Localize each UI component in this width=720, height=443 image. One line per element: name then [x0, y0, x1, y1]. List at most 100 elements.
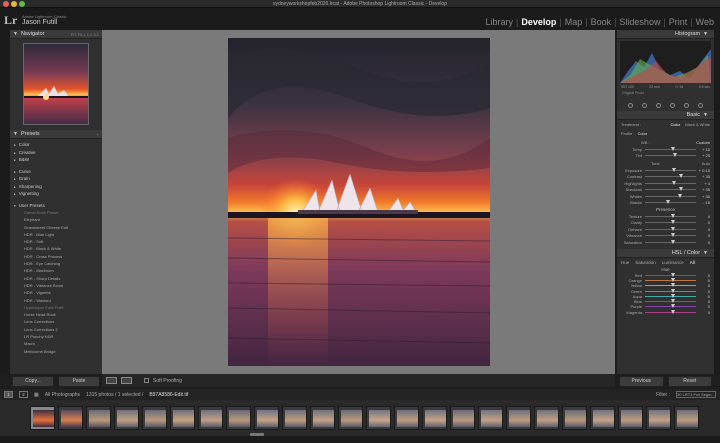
navigator-header[interactable]: ▼ Navigator FIT FILL 1:1 3:1	[10, 30, 102, 39]
preset-group-creative[interactable]: ▸ Creative	[14, 149, 102, 157]
module-map[interactable]: Map	[563, 17, 585, 27]
preset-item[interactable]: LR Punchy HDR	[14, 333, 102, 340]
filmstrip-thumbnail[interactable]	[226, 406, 251, 430]
previous-button[interactable]: Previous	[619, 376, 664, 387]
filmstrip-thumbnail[interactable]	[30, 406, 55, 430]
basic-header[interactable]: Basic ▼	[617, 111, 714, 120]
reset-button[interactable]: Reset	[667, 376, 712, 387]
wb-select[interactable]: Custom	[696, 140, 710, 145]
tab-hue[interactable]: Hue	[621, 260, 629, 265]
filmstrip-thumbnail[interactable]	[170, 406, 195, 430]
preset-group-color[interactable]: ▸ Color	[14, 141, 102, 149]
presets-header[interactable]: ▼ Presets +	[10, 130, 102, 139]
original-photo-label[interactable]: Original Photo	[617, 89, 714, 97]
preset-item[interactable]: Horse Head Rock	[14, 311, 102, 318]
preset-item[interactable]: Lens Corrections 2	[14, 326, 102, 333]
preset-item[interactable]: HDR - Maximum	[14, 267, 102, 274]
soft-proofing-checkbox[interactable]	[144, 378, 149, 383]
tab-saturation[interactable]: Saturation	[635, 260, 656, 265]
histogram-header[interactable]: Histogram ▼	[617, 30, 714, 39]
filmstrip-thumbnail[interactable]	[254, 406, 279, 430]
module-library[interactable]: Library	[483, 17, 515, 27]
spot-removal-icon[interactable]	[641, 102, 647, 108]
main-photo[interactable]	[228, 38, 490, 366]
module-book[interactable]: Book	[589, 17, 614, 27]
filmstrip-thumbnail[interactable]	[674, 406, 699, 430]
before-after-icon[interactable]	[121, 377, 132, 384]
preset-item[interactable]: HDR - Vibrance Boost	[14, 282, 102, 289]
histogram-graph[interactable]	[620, 41, 711, 83]
radial-filter-icon[interactable]	[684, 102, 690, 108]
filmstrip-thumbnail[interactable]	[114, 406, 139, 430]
filmstrip-thumbnail[interactable]	[646, 406, 671, 430]
tab-all[interactable]: All	[690, 260, 695, 265]
tab-luminance[interactable]: Luminance	[662, 260, 684, 265]
filmstrip-toggle[interactable]	[0, 436, 720, 443]
copy-settings-button[interactable]: Copy...	[12, 376, 54, 387]
preset-item[interactable]: Elephant	[14, 216, 102, 223]
grid-view-icon[interactable]: ▦	[34, 392, 39, 398]
filmstrip-thumbnail[interactable]	[562, 406, 587, 430]
preset-item[interactable]: HDR - Vignette	[14, 289, 102, 296]
filmstrip-thumbnail[interactable]	[198, 406, 223, 430]
module-print[interactable]: Print	[667, 17, 690, 27]
filmstrip-thumbnail[interactable]	[450, 406, 475, 430]
module-develop[interactable]: Develop	[519, 17, 558, 27]
filmstrip-thumbnail[interactable]	[534, 406, 559, 430]
filmstrip-thumbnail[interactable]	[506, 406, 531, 430]
image-canvas[interactable]	[102, 30, 615, 374]
right-panel-toggle[interactable]	[714, 30, 720, 374]
filmstrip-thumbnail[interactable]	[366, 406, 391, 430]
preset-item[interactable]: Hyperlapse Falls Futill	[14, 304, 102, 311]
preset-group-user[interactable]: ▾ User Presets	[14, 202, 102, 210]
loupe-view-icon[interactable]	[106, 377, 117, 384]
preset-item[interactable]: Melbourne Bridge	[14, 348, 102, 355]
crop-tool-icon[interactable]	[627, 102, 633, 108]
filmstrip-thumbnail[interactable]	[86, 406, 111, 430]
treatment-color[interactable]: Color	[671, 122, 681, 127]
source-label[interactable]: All Photographs	[45, 392, 80, 398]
module-web[interactable]: Web	[694, 17, 716, 27]
filmstrip-thumbnail[interactable]	[478, 406, 503, 430]
preset-item[interactable]: HDR - Soft	[14, 238, 102, 245]
tone-auto-button[interactable]: Auto	[702, 161, 710, 166]
preset-group-vignetting[interactable]: ▸ Vignetting	[14, 190, 102, 198]
filmstrip-thumbnail[interactable]	[338, 406, 363, 430]
filmstrip-thumbnail[interactable]	[590, 406, 615, 430]
hsl-header[interactable]: HSL / Color ▼	[617, 248, 714, 258]
filmstrip-thumbnail[interactable]	[282, 406, 307, 430]
slider-hue-magenta[interactable]: Magenta 0	[617, 309, 714, 315]
preset-item[interactable]: Macro	[14, 340, 102, 347]
filmstrip[interactable]	[0, 400, 720, 436]
profile-select[interactable]: Color	[638, 131, 648, 136]
treatment-bw[interactable]: Black & White	[685, 122, 710, 127]
filmstrip-thumbnail[interactable]	[394, 406, 419, 430]
preset-item[interactable]: HDR - Black & White	[14, 245, 102, 252]
graduated-filter-icon[interactable]	[670, 102, 676, 108]
preset-item[interactable]: HDR - Cross Process	[14, 253, 102, 260]
preset-item[interactable]: HDR - Washed	[14, 297, 102, 304]
filmstrip-thumbnail[interactable]	[422, 406, 447, 430]
navigator-preview[interactable]	[23, 43, 89, 125]
left-panel-toggle[interactable]	[0, 30, 10, 374]
preset-group-sharpening[interactable]: ▸ Sharpening	[14, 183, 102, 191]
main-window-button[interactable]: 1	[4, 391, 13, 398]
preset-item[interactable]: HDR - Eye Catching	[14, 260, 102, 267]
preset-item[interactable]: Grandstreet Cheese Edit	[14, 224, 102, 231]
navigator-zoom-options[interactable]: FIT FILL 1:1 3:1	[71, 32, 99, 37]
filmstrip-thumbnail[interactable]	[310, 406, 335, 430]
slider-saturation[interactable]: Saturation 0	[617, 239, 714, 246]
preset-item[interactable]: HDR - Sharp Details	[14, 275, 102, 282]
red-eye-icon[interactable]	[655, 102, 661, 108]
filmstrip-thumbnail[interactable]	[618, 406, 643, 430]
secondary-window-button[interactable]: 2	[19, 391, 28, 398]
filmstrip-thumbnail[interactable]	[142, 406, 167, 430]
paste-settings-button[interactable]: Paste	[58, 376, 100, 387]
preset-group-bw[interactable]: ▸ B&W	[14, 156, 102, 164]
preset-item[interactable]: Lens Corrections	[14, 318, 102, 325]
filter-preset-select[interactable]: 30 LRT3 Full Segm...	[676, 391, 716, 398]
preset-group-grain[interactable]: ▸ Grain	[14, 175, 102, 183]
preset-group-curve[interactable]: ▸ Curve	[14, 168, 102, 176]
add-preset-icon[interactable]: +	[97, 132, 99, 137]
preset-item[interactable]: Camel Rock Preset	[14, 209, 102, 216]
